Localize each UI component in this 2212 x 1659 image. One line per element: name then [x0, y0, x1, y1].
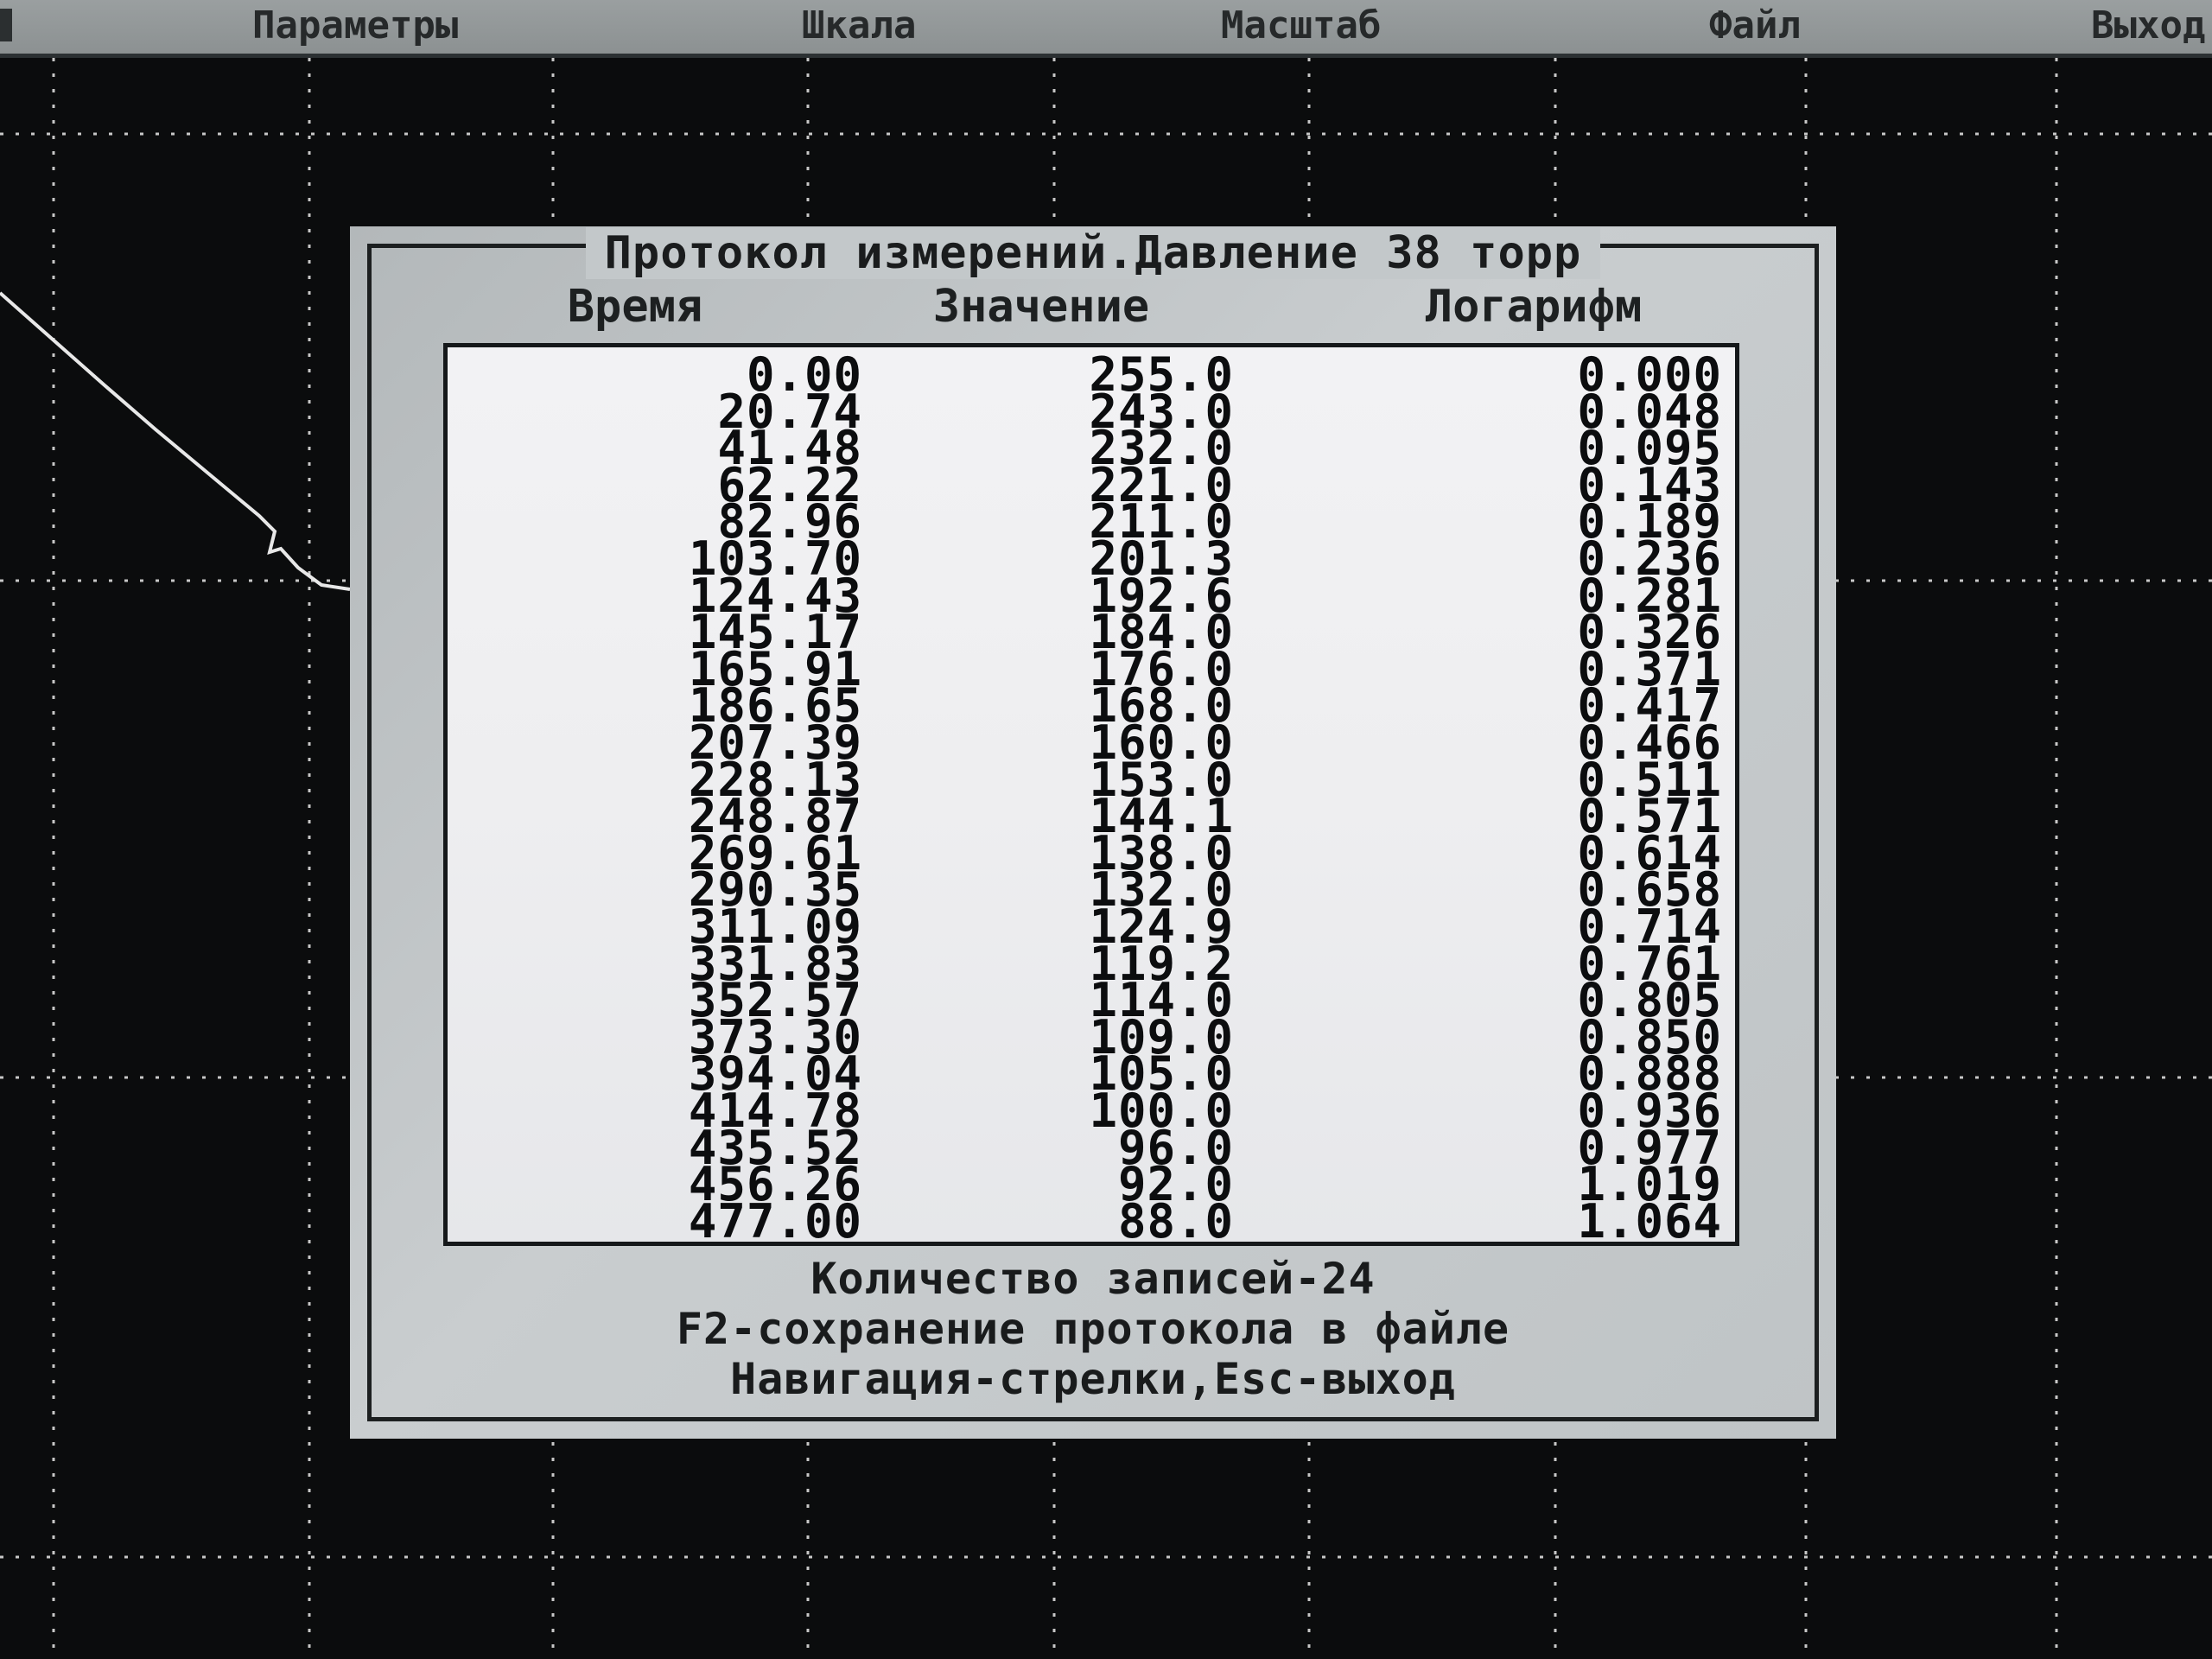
log-cell: 0.417 [1577, 678, 1722, 734]
log-cell: 0.326 [1577, 605, 1722, 660]
log-cell: 0.236 [1577, 531, 1722, 586]
log-cell: 0.977 [1577, 1120, 1722, 1175]
log-cell: 0.048 [1577, 384, 1722, 439]
log-cell: 0.805 [1577, 973, 1722, 1028]
menu-item-exit[interactable]: Выход [2091, 3, 2205, 48]
navigation-hint-text: Навигация-стрелки,Esc-выход [730, 1354, 1456, 1404]
menu-item-scale[interactable]: Шкала [802, 3, 916, 48]
log-cell: 0.511 [1577, 752, 1722, 807]
table-row[interactable]: 435.52 96.0 0.977 [448, 1120, 1735, 1175]
protocol-dialog: Протокол измерений.Давление 38 торр Врем… [350, 226, 1836, 1439]
log-cell: 0.095 [1577, 421, 1722, 476]
record-count-text: Количество записей-24 [810, 1254, 1376, 1304]
log-cell: 0.571 [1577, 789, 1722, 844]
menu-item-parameters[interactable]: Параметры [252, 3, 458, 48]
save-hint-text: F2-сохранение протокола в файле [676, 1304, 1510, 1354]
log-cell: 0.000 [1577, 347, 1722, 402]
measurement-curve [0, 291, 351, 591]
log-cell: 0.936 [1577, 1084, 1722, 1138]
column-header-log: Логарифм [1425, 281, 1643, 333]
table-row[interactable]: 414.78 100.0 0.936 [448, 1084, 1735, 1138]
menu-bar: Параметры Шкала Масштаб Файл Выход [0, 0, 2212, 58]
menu-left-edge [0, 9, 12, 41]
table-row[interactable]: 456.26 92.0 1.019 [448, 1157, 1735, 1212]
protocol-table[interactable]: 0.00 255.0 0.000 20.74 243.0 0.048 41.48 232.0 0… [443, 343, 1739, 1246]
log-cell: 0.143 [1577, 457, 1722, 512]
menu-item-file[interactable]: Файл [1709, 3, 1801, 48]
dialog-title: Протокол измерений.Давление 38 торр [350, 226, 1836, 280]
menu-item-zoom[interactable]: Масштаб [1221, 3, 1381, 48]
log-cell: 0.614 [1577, 825, 1722, 880]
log-cell: 1.064 [1577, 1193, 1722, 1249]
table-row[interactable]: 477.00 88.0 1.064 [448, 1193, 1735, 1249]
log-cell: 0.714 [1577, 899, 1722, 954]
log-cell: 1.019 [1577, 1157, 1722, 1212]
log-cell: 0.281 [1577, 568, 1722, 623]
log-cell: 0.466 [1577, 715, 1722, 770]
log-cell: 0.189 [1577, 494, 1722, 550]
log-cell: 0.371 [1577, 641, 1722, 696]
log-cell: 0.761 [1577, 936, 1722, 991]
log-cell: 0.850 [1577, 1009, 1722, 1065]
log-cell: 0.658 [1577, 862, 1722, 918]
column-header-time: Время [567, 281, 703, 333]
log-cell: 0.888 [1577, 1046, 1722, 1102]
column-header-value: Значение [932, 281, 1150, 333]
dialog-title-text: Протокол измерений.Давление 38 торр [585, 227, 1601, 279]
